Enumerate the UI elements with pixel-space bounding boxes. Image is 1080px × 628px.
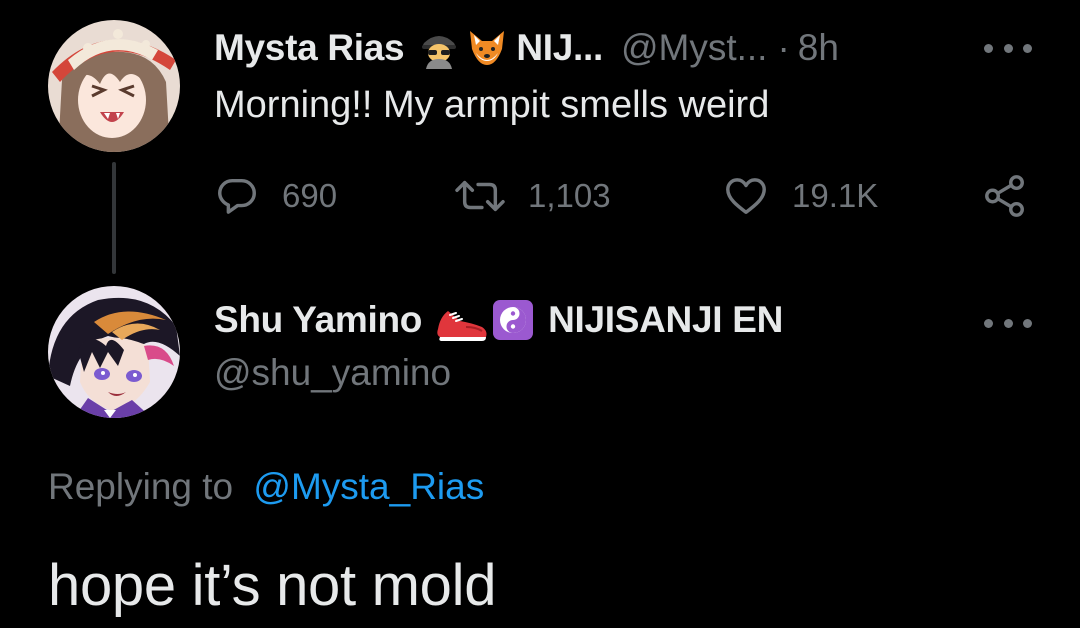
retweet-count: 1,103 bbox=[528, 177, 611, 214]
like-count: 19.1K bbox=[792, 177, 879, 214]
parent-tweet-text: Morning!! My armpit smells weird bbox=[214, 84, 770, 126]
parent-tweet-header: Mysta Rias NIJ... @Myst... · 8h bbox=[214, 24, 839, 72]
parent-more-options-button[interactable] bbox=[984, 38, 1032, 58]
yin-yang-emoji-icon bbox=[492, 299, 534, 341]
focused-tweet-text: hope it’s not mold bbox=[48, 553, 497, 618]
replying-to-line: Replying to @Mysta_Rias bbox=[48, 466, 484, 508]
more-dot bbox=[984, 318, 993, 328]
share-button[interactable] bbox=[982, 172, 1028, 220]
fox-emoji-icon bbox=[466, 27, 508, 69]
retweet-icon bbox=[454, 173, 506, 219]
like-icon bbox=[722, 173, 770, 219]
avatar-mysta-rias[interactable] bbox=[48, 20, 180, 152]
reply-button[interactable]: 690 bbox=[214, 172, 337, 220]
like-button[interactable]: 19.1K bbox=[722, 172, 878, 220]
running-shoe-emoji-icon bbox=[436, 299, 488, 341]
focused-tweet-header: Shu Yamino NIJISANJI EN bbox=[214, 296, 783, 344]
retweet-button[interactable]: 1,103 bbox=[454, 172, 611, 220]
avatar-shu-yamino[interactable] bbox=[48, 286, 180, 418]
focused-display-name[interactable]: Shu Yamino bbox=[214, 299, 422, 341]
replying-to-mention-link[interactable]: @Mysta_Rias bbox=[253, 466, 484, 507]
parent-handle[interactable]: @Myst... bbox=[621, 27, 768, 69]
more-dot bbox=[984, 43, 993, 53]
parent-affiliation-label: NIJ... bbox=[516, 27, 603, 68]
thread-connector-line bbox=[112, 162, 116, 274]
focused-affiliation-label: NIJISANJI EN bbox=[548, 299, 784, 340]
focused-handle[interactable]: @shu_yamino bbox=[214, 352, 451, 394]
reply-count: 690 bbox=[282, 177, 338, 214]
focused-more-options-button[interactable] bbox=[984, 313, 1032, 333]
reply-icon bbox=[214, 173, 260, 219]
replying-to-prefix: Replying to bbox=[48, 466, 234, 507]
detective-emoji-icon bbox=[418, 27, 460, 69]
parent-display-name[interactable]: Mysta Rias bbox=[214, 27, 405, 69]
more-dot bbox=[1023, 43, 1032, 53]
header-separator: · bbox=[777, 27, 790, 68]
share-icon bbox=[982, 173, 1028, 219]
more-dot bbox=[1003, 43, 1013, 53]
more-dot bbox=[1023, 318, 1032, 328]
more-dot bbox=[1003, 318, 1013, 328]
tweet-timestamp[interactable]: 8h bbox=[798, 27, 839, 69]
